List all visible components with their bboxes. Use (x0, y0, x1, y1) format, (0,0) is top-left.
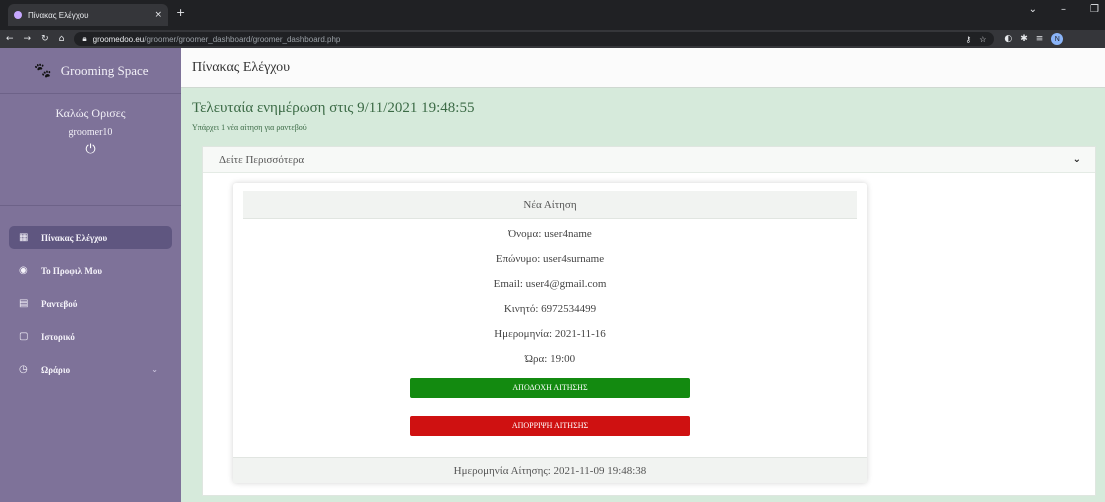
sidebar-item-dashboard[interactable]: ▦ Πίνακας Ελέγχου (9, 226, 172, 249)
window-controls: ⌄ – ❐ (1029, 4, 1099, 15)
bookmark-star-icon[interactable]: ☆ (979, 35, 986, 44)
new-request-notice: Υπάρχει 1 νέα αίτηση για ραντεβού (192, 123, 307, 132)
greeting: Καλώς Ορισες (55, 106, 126, 120)
extension-icons: ◐ ✱ ≡ N (1004, 33, 1064, 45)
last-update-heading: Τελευταία ενημέρωση στις 9/11/2021 19:48… (192, 100, 475, 116)
favicon-icon (14, 11, 22, 19)
username: groomer10 (68, 127, 113, 138)
collapse-title: Δείτε Περισσότερα (219, 153, 305, 166)
paw-icon: 🐾︎ (32, 61, 53, 80)
history-icon: ▢ (19, 331, 29, 342)
accept-request-button[interactable]: ΑΠΟΔΟΧΗ ΑΙΤΗΣΗΣ (410, 378, 690, 398)
welcome-panel: Καλώς Ορισες groomer10 ⏻ (0, 94, 181, 206)
sidebar-item-appointments[interactable]: ▤ Ραντεβού (9, 292, 172, 315)
request-last-name: Επώνυμο: user4surname (495, 253, 605, 265)
chevron-down-icon[interactable]: ⌄ (1073, 154, 1081, 165)
request-submitted-date: Ημερομηνία Αίτησης: 2021-11-09 19:48:38 (233, 457, 867, 483)
url-host: groomedoo.eu (92, 34, 145, 44)
sidebar-item-history[interactable]: ▢ Ιστορικό (9, 325, 172, 348)
clock-icon: ◷ (19, 364, 28, 375)
tab-title: Πίνακας Ελέγχου (28, 10, 89, 20)
home-icon[interactable]: ⌂ (59, 34, 65, 44)
request-title: Νέα Αίτηση (243, 191, 857, 219)
browser-toolbar: ← → ↻ ⌂ 🔒︎ groomedoo.eu /groomer/groomer… (0, 30, 1105, 48)
request-email: Email: user4@gmail.com (493, 278, 607, 290)
chevron-down-icon: ⌄ (151, 365, 158, 374)
logout-power-icon[interactable]: ⏻ (0, 142, 181, 157)
sidebar: 🐾︎ Grooming Space Καλώς Ορισες groomer10… (0, 48, 181, 502)
key-icon[interactable]: ⚷ (965, 35, 971, 44)
collapse-header[interactable]: Δείτε Περισσότερα ⌄ (203, 147, 1095, 173)
main-content: Πίνακας Ελέγχου Τελευταία ενημέρωση στις… (181, 48, 1105, 502)
extension-icon[interactable]: ◐ (1004, 34, 1012, 44)
brand-name: Grooming Space (60, 62, 149, 78)
sidebar-item-label: Ραντεβού (41, 298, 78, 309)
collapse-card: Δείτε Περισσότερα ⌄ Νέα Αίτηση Όνομα: us… (202, 146, 1096, 496)
minimize-icon[interactable]: – (1061, 4, 1066, 15)
brand[interactable]: 🐾︎ Grooming Space (0, 48, 181, 94)
request-mobile: Κινητό: 6972534499 (503, 303, 597, 315)
reading-list-icon[interactable]: ≡ (1036, 34, 1044, 44)
tab-close-icon[interactable]: × (154, 10, 162, 20)
sidebar-nav: ▦ Πίνακας Ελέγχου ◉ Το Προφιλ Μου ▤ Ραντ… (0, 206, 181, 381)
request-details: Όνομα: user4name Επώνυμο: user4surname E… (233, 222, 867, 372)
address-bar[interactable]: 🔒︎ groomedoo.eu /groomer/groomer_dashboa… (74, 32, 995, 46)
forward-icon[interactable]: → (24, 34, 32, 44)
sidebar-item-label: Ιστορικό (41, 331, 75, 342)
sidebar-item-label: Το Προφιλ Μου (41, 265, 102, 276)
page-title: Πίνακας Ελέγχου (181, 48, 1105, 88)
tab-list-icon[interactable]: ⌄ (1029, 4, 1037, 15)
back-icon[interactable]: ← (6, 34, 14, 44)
request-first-name: Όνομα: user4name (508, 228, 592, 240)
request-time: Ώρα: 19:00 (524, 353, 576, 365)
reject-request-button[interactable]: ΑΠΟΡΡΙΨΗ ΑΙΤΗΣΗΣ (410, 416, 690, 436)
request-card: Νέα Αίτηση Όνομα: user4name Επώνυμο: use… (233, 183, 867, 483)
sidebar-item-label: Ωράριο (41, 364, 71, 375)
calendar-icon: ▤ (19, 298, 29, 309)
sidebar-item-label: Πίνακας Ελέγχου (41, 232, 108, 243)
address-bar-actions: ⚷ ☆ (965, 35, 986, 44)
request-date: Ημερομηνία: 2021-11-16 (494, 328, 606, 340)
profile-avatar[interactable]: N (1051, 33, 1064, 45)
new-tab-button[interactable]: + (176, 6, 185, 19)
lock-icon[interactable]: 🔒︎ (82, 34, 86, 44)
dashboard-icon: ▦ (19, 232, 29, 243)
browser-tabbar: Πίνακας Ελέγχου × + ⌄ – ❐ (0, 0, 1105, 30)
profile-icon: ◉ (19, 265, 28, 276)
sidebar-item-schedule[interactable]: ◷ Ωράριο ⌄ (9, 358, 172, 381)
extensions-puzzle-icon[interactable]: ✱ (1020, 34, 1028, 44)
last-update-panel: Τελευταία ενημέρωση στις 9/11/2021 19:48… (181, 88, 1105, 132)
url-path: /groomer/groomer_dashboard/groomer_dashb… (144, 34, 341, 44)
reload-icon[interactable]: ↻ (41, 34, 49, 44)
restore-icon[interactable]: ❐ (1090, 4, 1099, 15)
browser-tab[interactable]: Πίνακας Ελέγχου × (8, 4, 168, 26)
sidebar-item-profile[interactable]: ◉ Το Προφιλ Μου (9, 259, 172, 282)
